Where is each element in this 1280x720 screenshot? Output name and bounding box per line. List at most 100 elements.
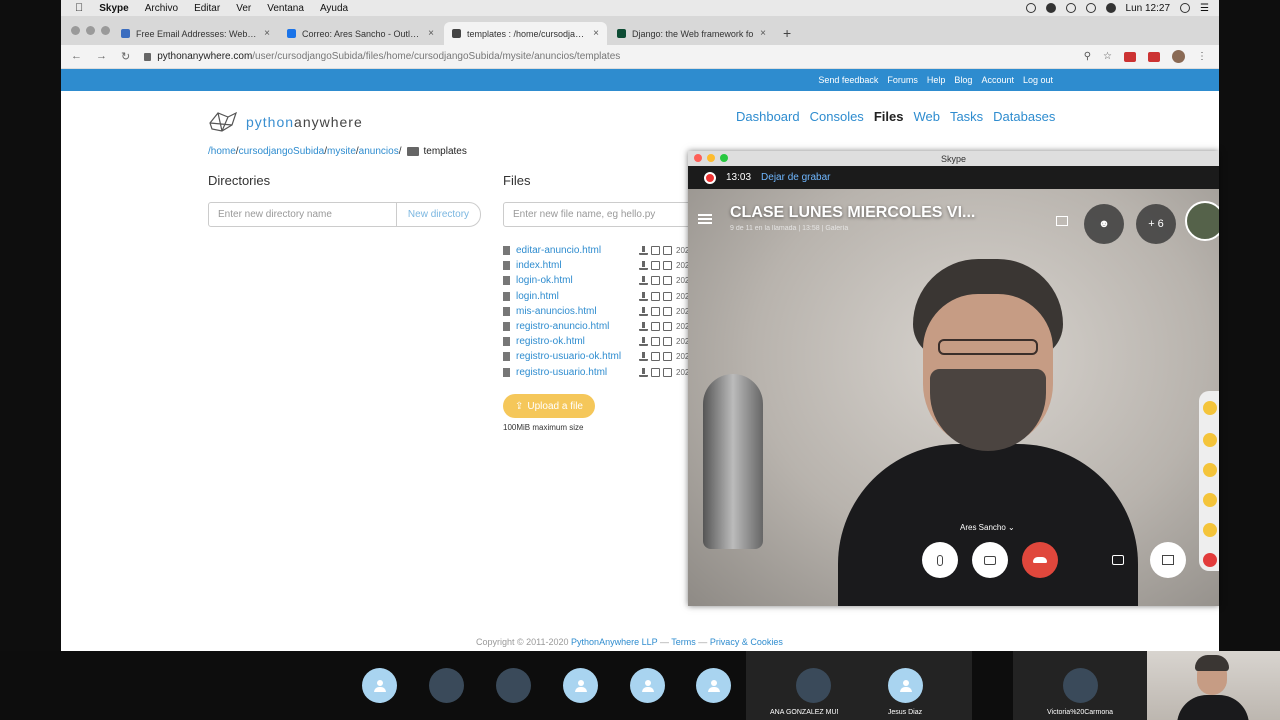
file-link[interactable]: login.html xyxy=(516,291,633,302)
download-icon[interactable] xyxy=(639,337,648,347)
battery-icon[interactable] xyxy=(1105,3,1116,13)
terms-link[interactable]: Terms xyxy=(671,637,696,647)
menu-ventana[interactable]: Ventana xyxy=(267,3,304,14)
file-link[interactable]: mis-anuncios.html xyxy=(516,306,633,317)
layout-icon[interactable] xyxy=(1056,216,1068,226)
edit-icon[interactable] xyxy=(651,306,660,316)
nav-send-feedback[interactable]: Send feedback xyxy=(818,75,878,85)
participant-tile[interactable]: Jesus Diaz xyxy=(838,651,972,720)
crumb-user[interactable]: cursodjangoSubida xyxy=(239,146,325,157)
edit-icon[interactable] xyxy=(651,322,660,332)
edit-icon[interactable] xyxy=(651,352,660,362)
delete-icon[interactable] xyxy=(663,246,672,256)
minimize-window-icon[interactable] xyxy=(86,26,95,35)
nav-consoles[interactable]: Consoles xyxy=(810,109,864,124)
menu-skype[interactable]: Skype xyxy=(99,3,128,14)
download-icon[interactable] xyxy=(639,322,648,332)
close-window-icon[interactable] xyxy=(694,154,702,162)
delete-icon[interactable] xyxy=(663,337,672,347)
file-link[interactable]: editar-anuncio.html xyxy=(516,245,633,256)
call-title[interactable]: CLASE LUNES MIERCOLES VI... xyxy=(730,204,975,222)
file-link[interactable]: login-ok.html xyxy=(516,275,633,286)
nav-files[interactable]: Files xyxy=(874,109,904,124)
minimize-window-icon[interactable] xyxy=(707,154,715,162)
search-icon[interactable] xyxy=(1180,3,1191,13)
heart-icon[interactable] xyxy=(1203,553,1217,567)
download-icon[interactable] xyxy=(639,306,648,316)
edit-icon[interactable] xyxy=(651,291,660,301)
download-icon[interactable] xyxy=(639,367,648,377)
video-toggle-button[interactable] xyxy=(972,542,1008,578)
crumb-app[interactable]: anuncios xyxy=(359,146,399,157)
chat-button[interactable] xyxy=(1100,542,1136,578)
stop-recording-link[interactable]: Dejar de grabar xyxy=(761,172,830,183)
site-logo[interactable]: pythonanywhere xyxy=(208,111,363,133)
download-icon[interactable] xyxy=(639,276,648,286)
file-link[interactable]: index.html xyxy=(516,260,633,271)
apple-icon[interactable]:  xyxy=(75,2,83,14)
close-tab-icon[interactable]: × xyxy=(428,28,434,39)
browser-tab[interactable]: Django: the Web framework fo × xyxy=(609,22,774,45)
download-icon[interactable] xyxy=(639,261,648,271)
reload-icon[interactable]: ↻ xyxy=(121,50,130,63)
delete-icon[interactable] xyxy=(663,291,672,301)
download-icon[interactable] xyxy=(639,352,648,362)
participant-tile[interactable]: Victoria%20Carmona xyxy=(1013,651,1147,720)
share-screen-button[interactable] xyxy=(1150,542,1186,578)
zoom-window-icon[interactable] xyxy=(101,26,110,35)
browser-tab[interactable]: Correo: Ares Sancho - Outlook × xyxy=(279,22,442,45)
nav-databases[interactable]: Databases xyxy=(993,109,1055,124)
bookmark-star-icon[interactable]: ☆ xyxy=(1103,51,1112,62)
wifi-icon[interactable] xyxy=(1085,3,1096,13)
upload-file-button[interactable]: ⇪ Upload a file xyxy=(503,394,595,418)
delete-icon[interactable] xyxy=(663,306,672,316)
emoji-icon[interactable] xyxy=(1203,493,1217,507)
new-file-input[interactable]: Enter new file name, eg hello.py xyxy=(503,202,703,227)
close-window-icon[interactable] xyxy=(71,26,80,35)
delete-icon[interactable] xyxy=(663,352,672,362)
edit-icon[interactable] xyxy=(651,276,660,286)
new-directory-input[interactable]: Enter new directory name xyxy=(208,202,397,227)
emoji-icon[interactable] xyxy=(1203,401,1217,415)
nav-dashboard[interactable]: Dashboard xyxy=(736,109,800,124)
address-bar[interactable]: pythonanywhere.com/user/cursodjangoSubid… xyxy=(144,51,620,62)
emoji-icon[interactable] xyxy=(1203,463,1217,477)
browser-tab[interactable]: Free Email Addresses: Web ba × xyxy=(113,22,278,45)
delete-icon[interactable] xyxy=(663,367,672,377)
company-link[interactable]: PythonAnywhere LLP xyxy=(571,637,657,647)
more-participants-button[interactable]: + 6 xyxy=(1136,204,1176,244)
bluetooth-icon[interactable] xyxy=(1065,3,1076,13)
close-tab-icon[interactable]: × xyxy=(593,28,599,39)
hamburger-menu-icon[interactable] xyxy=(698,214,712,224)
crumb-site[interactable]: mysite xyxy=(327,146,356,157)
privacy-link[interactable]: Privacy & Cookies xyxy=(710,637,783,647)
delete-icon[interactable] xyxy=(663,276,672,286)
new-directory-button[interactable]: New directory xyxy=(396,202,481,227)
nav-logout[interactable]: Log out xyxy=(1023,75,1053,85)
nav-web[interactable]: Web xyxy=(913,109,940,124)
delete-icon[interactable] xyxy=(663,322,672,332)
close-tab-icon[interactable]: × xyxy=(264,28,270,39)
nav-forums[interactable]: Forums xyxy=(887,75,918,85)
menu-editar[interactable]: Editar xyxy=(194,3,220,14)
status-icon[interactable] xyxy=(1025,3,1036,13)
file-link[interactable]: registro-ok.html xyxy=(516,336,633,347)
nav-help[interactable]: Help xyxy=(927,75,946,85)
edit-icon[interactable] xyxy=(651,261,660,271)
download-icon[interactable] xyxy=(639,291,648,301)
delete-icon[interactable] xyxy=(663,261,672,271)
menu-list-icon[interactable]: ☰ xyxy=(1200,3,1209,14)
file-link[interactable]: registro-usuario.html xyxy=(516,367,633,378)
menu-ver[interactable]: Ver xyxy=(236,3,251,14)
more-menu-icon[interactable]: ⋮ xyxy=(1197,51,1207,62)
zoom-window-icon[interactable] xyxy=(720,154,728,162)
back-icon[interactable]: ← xyxy=(71,50,82,63)
add-participant-button[interactable]: ☻ xyxy=(1084,204,1124,244)
close-tab-icon[interactable]: × xyxy=(760,28,766,39)
emoji-icon[interactable] xyxy=(1203,433,1217,447)
forward-icon[interactable]: → xyxy=(96,50,107,63)
crumb-home[interactable]: /home xyxy=(208,146,236,157)
download-icon[interactable] xyxy=(639,246,648,256)
edit-icon[interactable] xyxy=(651,367,660,377)
edit-icon[interactable] xyxy=(651,337,660,347)
